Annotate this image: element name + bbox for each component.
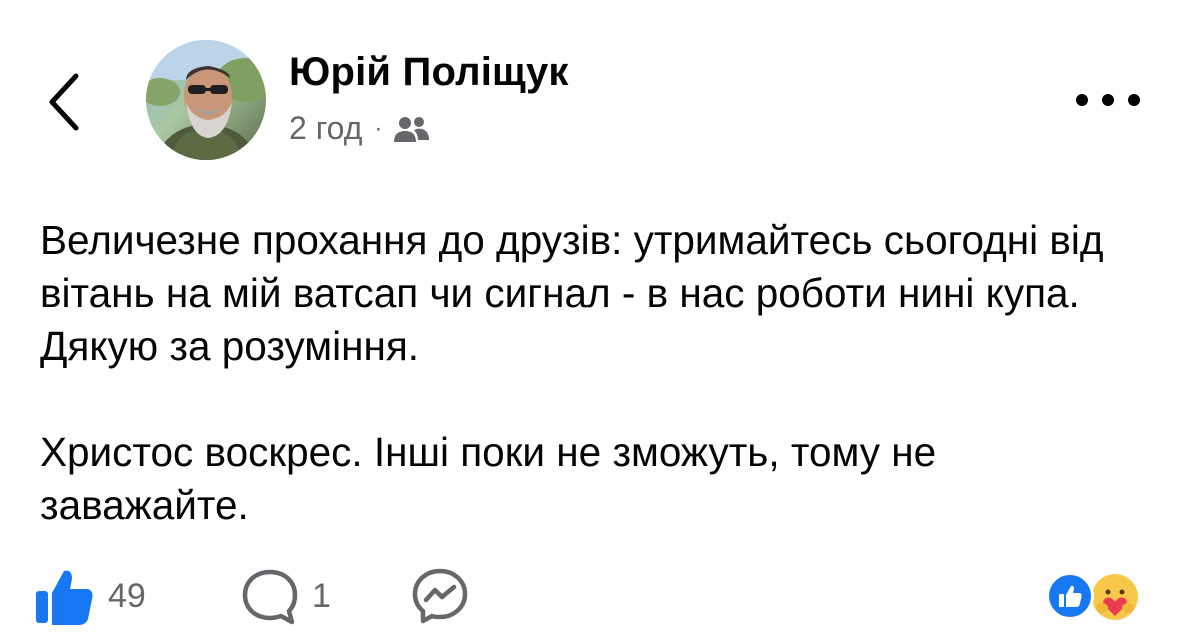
comment-count: 1 [312,576,331,615]
like-button[interactable]: 49 [34,560,146,632]
thumbs-up-icon [36,570,93,625]
post-paragraph: Величезне прохання до друзів: утримайтес… [40,217,1104,369]
comment-button[interactable]: 1 [240,560,331,632]
post-body: Величезне прохання до друзів: утримайтес… [40,214,1150,532]
post-actions: 49 1 [0,560,1179,632]
post-view: Юрій Поліщук 2 год · Величезне прохання … [0,0,1179,639]
messenger-share-button[interactable] [410,560,470,632]
like-count: 49 [108,576,146,615]
reaction-summary[interactable] [1046,572,1146,622]
care-reaction-icon [1090,572,1138,620]
author-name[interactable]: Юрій Поліщук [289,50,569,95]
meta-separator: · [374,114,383,142]
back-button[interactable] [40,62,88,142]
post-timestamp[interactable]: 2 год [289,110,362,147]
author-avatar[interactable] [146,40,266,160]
more-horizontal-icon [1076,94,1088,106]
chevron-left-icon [49,73,79,131]
avatar-photo [146,40,266,160]
messenger-icon [412,568,468,624]
post-meta: 2 год · [289,110,430,147]
like-reaction-icon [1046,572,1094,620]
comment-bubble-icon [242,569,298,625]
friends-icon[interactable] [392,114,430,144]
more-options-button[interactable] [1076,82,1140,118]
post-paragraph: Христос воскрес. Інші поки не зможуть, т… [40,429,937,528]
